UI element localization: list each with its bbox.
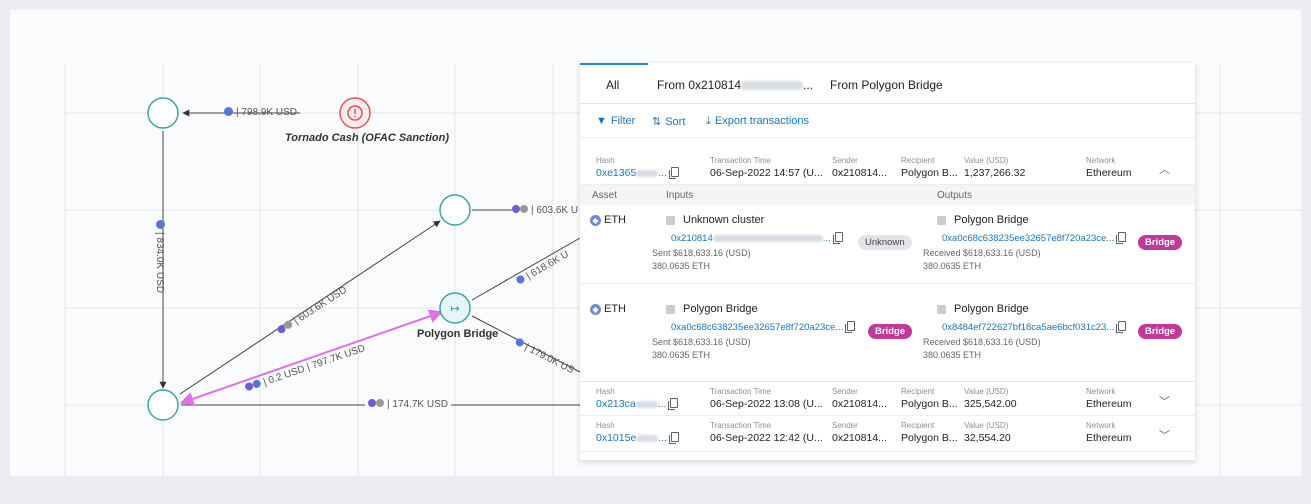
io-row: ◆ ETH Polygon Bridge 0xa0c68c638235ee3265… — [580, 297, 1195, 375]
polygon-bridge-label: Polygon Bridge — [417, 328, 499, 340]
transaction-row[interactable]: Hash 0x213ca... Transaction Time 06-Sep-… — [580, 381, 1195, 416]
unknown-badge: Unknown — [858, 235, 912, 250]
transaction-time: 06-Sep-2022 14:57 (U... — [710, 167, 823, 179]
bridge-icon: ↦ — [450, 302, 459, 315]
recipient: Polygon B... — [901, 398, 958, 410]
entity-checkbox[interactable] — [666, 304, 675, 314]
hash-link[interactable]: 0xe1365... — [596, 167, 680, 179]
copy-icon[interactable] — [668, 398, 679, 410]
tab-from-polygon-bridge[interactable]: From Polygon Bridge — [830, 78, 943, 92]
bridge-badge: Bridge — [1138, 324, 1183, 339]
copy-icon[interactable] — [845, 321, 856, 333]
entity-checkbox[interactable] — [937, 215, 946, 225]
input-address[interactable]: 0x210814... — [671, 232, 843, 244]
output-address[interactable]: 0x8484ef722627bf18ca5ae6bcf031c23... — [942, 321, 1127, 333]
transactions-panel: All From 0x210814... From Polygon Bridge… — [580, 63, 1195, 460]
network: Ethereum — [1086, 167, 1132, 179]
graph-edges — [159, 109, 581, 406]
transaction-time: 06-Sep-2022 12:42 (U... — [710, 432, 823, 444]
output-entity: Polygon Bridge 0xa0c68c638235ee32657e8f7… — [923, 214, 1127, 271]
tab-active-indicator — [580, 63, 648, 65]
graph-node-b — [147, 389, 179, 421]
sender: 0x210814... — [832, 432, 887, 444]
edge-c-to-right-up — [471, 237, 581, 301]
expand-chevron-icon[interactable]: ﹀ — [1159, 427, 1170, 443]
entity-checkbox[interactable] — [666, 215, 675, 225]
eth-icon: ◆ — [590, 303, 601, 315]
graph-node-a — [147, 97, 179, 129]
filter-icon: ▼ — [596, 115, 607, 127]
transaction-row[interactable]: Hash 0xe1365... Transaction Time 06-Sep-… — [580, 146, 1195, 185]
asset-eth: ◆ ETH — [590, 214, 626, 226]
hash-link[interactable]: 0x213ca... — [596, 398, 679, 410]
expand-chevron-icon[interactable]: ﹀ — [1159, 393, 1170, 409]
transaction-row[interactable]: Hash 0x1015e... Transaction Time 06-Sep-… — [580, 416, 1195, 452]
sort-icon: ⇅ — [652, 116, 662, 128]
redacted-address — [741, 81, 804, 91]
eth-icon: ◆ — [590, 214, 601, 226]
collapse-chevron-icon[interactable]: ︿ — [1159, 161, 1170, 177]
edge-label-603k-right: | 603.6K U — [512, 205, 581, 216]
recipient: Polygon B... — [901, 167, 958, 179]
bridge-badge: Bridge — [1138, 235, 1183, 250]
input-entity: Unknown cluster 0x210814... Sent $618,63… — [652, 214, 843, 271]
tab-from-address[interactable]: From 0x210814... — [657, 78, 813, 92]
tab-from-address-label: From 0x210814 — [657, 78, 742, 92]
edge-b-to-c-highlight — [179, 309, 444, 406]
network: Ethereum — [1086, 432, 1132, 444]
copy-icon[interactable] — [669, 432, 680, 444]
edge-label-798k: | 798.9K USD — [224, 107, 297, 118]
export-transactions-button[interactable]: ⤓ Export transactions — [706, 115, 809, 128]
entity-checkbox[interactable] — [937, 304, 946, 314]
copy-icon[interactable] — [669, 167, 680, 179]
recipient: Polygon B... — [901, 432, 958, 444]
sort-button[interactable]: ⇅ Sort — [652, 115, 685, 128]
tab-ellipsis: ... — [803, 78, 814, 92]
copy-icon[interactable] — [1116, 232, 1127, 244]
hash-link[interactable]: 0x1015e... — [596, 432, 680, 444]
tab-bar: All From 0x210814... From Polygon Bridge — [580, 63, 1195, 104]
network: Ethereum — [1086, 398, 1132, 410]
value-usd: 1,237,266.32 — [964, 167, 1026, 179]
sender: 0x210814... — [832, 167, 887, 179]
tab-all[interactable]: All — [606, 78, 619, 92]
output-entity: Polygon Bridge 0x8484ef722627bf18ca5ae6b… — [923, 303, 1127, 360]
asset-eth: ◆ ETH — [590, 303, 626, 315]
value-usd: 325,542.00 — [964, 398, 1017, 410]
input-address[interactable]: 0xa0c68c638235ee32657e8f720a23ce... — [671, 321, 856, 333]
filter-button[interactable]: ▼ Filter — [596, 115, 635, 127]
edge-label-834k: | 834.0K USD — [154, 220, 165, 293]
copy-icon[interactable] — [1116, 321, 1127, 333]
output-address[interactable]: 0xa0c68c638235ee32657e8f720a23ce... — [942, 232, 1127, 244]
transaction-time: 06-Sep-2022 13:08 (U... — [710, 398, 823, 410]
sender: 0x210814... — [832, 398, 887, 410]
io-row: ◆ ETH Unknown cluster 0x210814... Sent $6… — [580, 208, 1195, 284]
input-entity: Polygon Bridge 0xa0c68c638235ee32657e8f7… — [652, 303, 856, 360]
tornado-cash-label: Tornado Cash (OFAC Sanction) — [285, 132, 449, 144]
graph-node-d — [439, 194, 471, 226]
download-icon: ⤓ — [706, 115, 711, 127]
copy-icon[interactable] — [832, 232, 843, 244]
io-header: Asset Inputs Outputs — [580, 185, 1195, 205]
toolbar: ▼ Filter ⇅ Sort ⤓ Export transactions — [580, 104, 1195, 138]
edge-label-174k: | 174.7K USD — [365, 399, 451, 410]
value-usd: 32,554.20 — [964, 432, 1011, 444]
bridge-badge: Bridge — [868, 324, 913, 339]
